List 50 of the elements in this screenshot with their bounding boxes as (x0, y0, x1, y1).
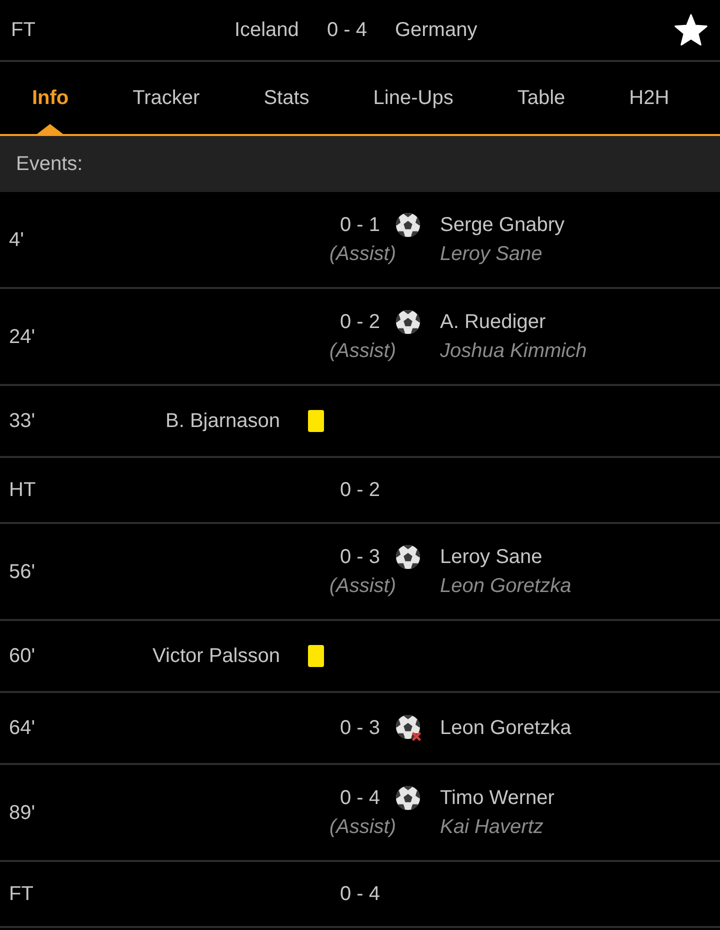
event-score: 0 - 2 (340, 478, 380, 503)
tab[interactable]: H2H (597, 62, 702, 134)
event-minute: 89' (9, 802, 36, 824)
assist-label: (Assist) (329, 815, 396, 840)
player-name: Leon Goretzka (440, 716, 572, 741)
event-minute: 56' (9, 560, 36, 582)
assist-player-name: Joshua Kimmich (440, 339, 587, 364)
tab[interactable]: Info (0, 62, 101, 134)
event-minute: 60' (9, 645, 36, 667)
player-name: B. Bjarnason (165, 409, 280, 434)
tab[interactable]: Table (485, 62, 598, 134)
home-team-name: Iceland (234, 18, 299, 43)
player-name: Leroy Sane (440, 545, 542, 570)
match-score: 0 - 4 (326, 18, 367, 43)
soccer-ball-icon (396, 310, 420, 334)
tab[interactable]: Line-Ups (341, 62, 486, 134)
soccer-ball-icon (396, 545, 420, 569)
assist-player-name: Leon Goretzka (440, 574, 572, 599)
event-score: 0 - 4 (340, 882, 380, 907)
player-name: A. Ruediger (440, 310, 546, 335)
player-name: Serge Gnabry (440, 213, 565, 238)
event-score: 0 - 4 (340, 786, 380, 811)
event-minute: HT (9, 479, 36, 501)
event-score: 0 - 1 (340, 213, 380, 238)
ball-with-cross-icon (396, 715, 422, 741)
event-minute: FT (9, 883, 34, 905)
event-minute: 33' (9, 410, 36, 432)
event-minute: 24' (9, 326, 36, 348)
assist-label: (Assist) (329, 339, 396, 364)
match-status: FT (11, 18, 36, 43)
tab[interactable]: Tracker (100, 62, 232, 134)
player-name: Victor Palsson (152, 644, 280, 669)
tab[interactable]: Stats (232, 62, 342, 134)
event-minute: 64' (9, 717, 36, 739)
booking-card-icon (308, 410, 324, 432)
favorite-star-icon[interactable] (674, 14, 708, 46)
booking-card-icon (308, 645, 324, 667)
section-title: Events: (16, 152, 83, 177)
event-score: 0 - 2 (340, 310, 380, 335)
assist-player-name: Kai Havertz (440, 815, 544, 840)
event-score: 0 - 3 (340, 716, 380, 741)
soccer-ball-icon (396, 786, 420, 810)
away-team-name: Germany (394, 18, 478, 43)
event-score: 0 - 3 (340, 545, 380, 570)
soccer-ball-icon (396, 213, 420, 237)
event-minute: 4' (9, 228, 24, 250)
player-name: Timo Werner (440, 786, 554, 811)
assist-label: (Assist) (329, 574, 396, 599)
assist-player-name: Leroy Sane (440, 242, 542, 267)
assist-label: (Assist) (329, 242, 396, 267)
